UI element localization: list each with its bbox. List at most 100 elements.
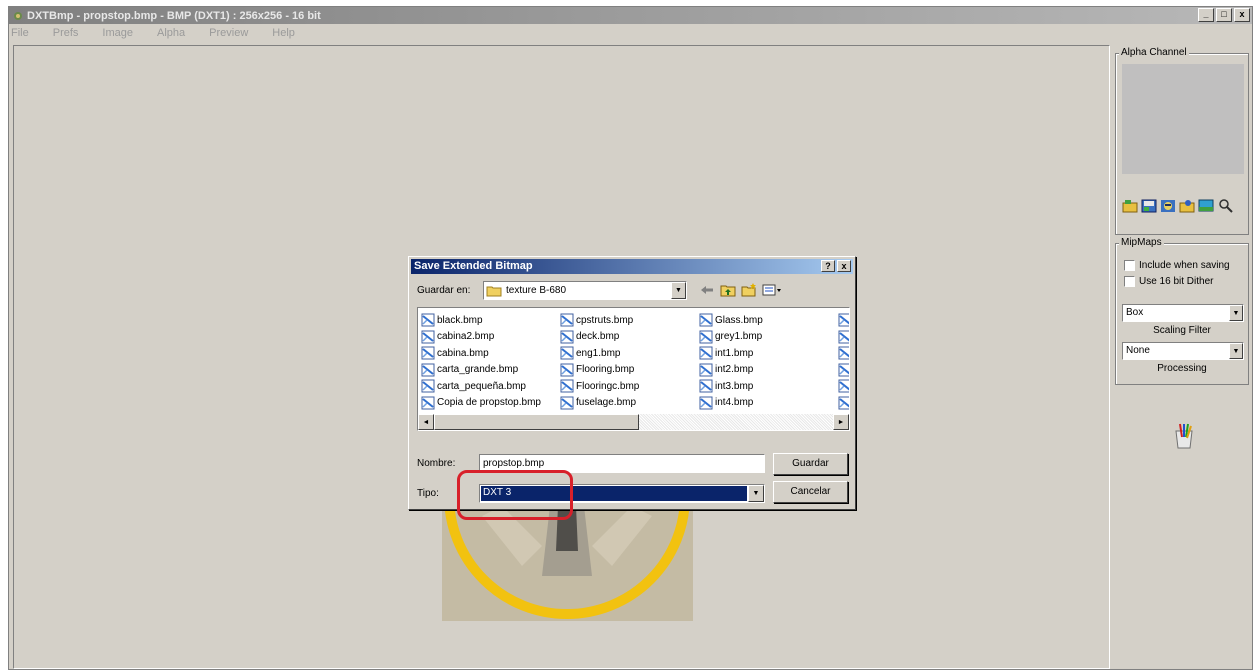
file-item[interactable]: fuselage.bmp	[560, 395, 639, 412]
file-item-label: cabina2.bmp	[437, 331, 495, 343]
file-item[interactable]: eng1.bmp	[560, 345, 639, 362]
file-item[interactable]: int2.bmp	[699, 362, 763, 379]
mipmaps-group: MipMaps Include when saving Use 16 bit D…	[1115, 237, 1249, 385]
file-item-label: deck.bmp	[576, 331, 620, 343]
app-icon	[14, 11, 22, 20]
include-when-saving-checkbox[interactable]	[1124, 260, 1135, 271]
highlight-annotation-ring	[457, 470, 573, 520]
look-in-select[interactable]: texture B-680 ▼	[483, 281, 687, 300]
chevron-down-icon[interactable]: ▼	[671, 282, 686, 299]
save-button[interactable]: Guardar	[773, 453, 848, 475]
menu-help[interactable]: Help	[272, 27, 295, 39]
file-item[interactable]: Flooringc.bmp	[560, 378, 639, 395]
bitmap-file-icon	[699, 313, 713, 327]
file-item-label: carta_grande.bmp	[437, 364, 519, 376]
alpha-channel-preview	[1122, 64, 1244, 174]
file-item-clipped[interactable]	[838, 395, 849, 412]
view-menu-icon[interactable]	[762, 283, 784, 297]
bitmap-file-icon	[699, 396, 713, 410]
scaling-filter-select[interactable]: Box ▼	[1122, 304, 1244, 322]
bitmap-file-icon	[560, 379, 574, 393]
dialog-close-button[interactable]: x	[837, 260, 851, 272]
save-image-icon[interactable]	[1141, 198, 1158, 213]
help-button[interactable]: ?	[821, 260, 835, 272]
bitmap-file-icon	[560, 313, 574, 327]
look-in-value: texture B-680	[506, 285, 567, 296]
file-item-clipped[interactable]	[838, 312, 849, 329]
view-alpha-icon[interactable]	[1198, 198, 1215, 213]
file-item[interactable]: black.bmp	[421, 312, 541, 329]
export-alpha-icon[interactable]	[1179, 198, 1196, 213]
bitmap-file-icon	[421, 346, 435, 360]
bitmap-file-icon	[699, 330, 713, 344]
include-when-saving-label: Include when saving	[1139, 260, 1230, 271]
file-item[interactable]: int1.bmp	[699, 345, 763, 362]
file-item-clipped[interactable]	[838, 329, 849, 346]
open-folder-icon[interactable]	[1122, 198, 1139, 213]
cancel-button[interactable]: Cancelar	[773, 481, 848, 503]
file-item[interactable]: cpstruts.bmp	[560, 312, 639, 329]
file-item[interactable]: Glass.bmp	[699, 312, 763, 329]
use-16bit-dither-label: Use 16 bit Dither	[1139, 276, 1214, 287]
file-item[interactable]: cabina.bmp	[421, 345, 541, 362]
minimize-button[interactable]: _	[1198, 8, 1214, 22]
horizontal-scrollbar[interactable]: ◄ ►	[418, 414, 849, 430]
file-item[interactable]: deck.bmp	[560, 329, 639, 346]
dither-checkbox-row[interactable]: Use 16 bit Dither	[1124, 276, 1213, 287]
bitmap-file-icon	[699, 363, 713, 377]
file-item[interactable]: int3.bmp	[699, 378, 763, 395]
file-item[interactable]: carta_pequeña.bmp	[421, 378, 541, 395]
processing-value: None	[1126, 345, 1150, 356]
use-16bit-dither-checkbox[interactable]	[1124, 276, 1135, 287]
brush-cup-icon[interactable]	[1173, 423, 1195, 449]
chevron-down-icon[interactable]: ▼	[748, 485, 764, 502]
file-item-label: int4.bmp	[715, 397, 754, 409]
up-folder-icon[interactable]	[720, 283, 736, 297]
file-item-label: Flooringc.bmp	[576, 380, 640, 392]
file-item[interactable]: grey1.bmp	[699, 329, 763, 346]
dialog-nav-toolbar	[699, 283, 784, 297]
new-folder-icon[interactable]	[741, 283, 757, 297]
menu-image[interactable]: Image	[102, 27, 133, 39]
processing-select[interactable]: None ▼	[1122, 342, 1244, 360]
maximize-button[interactable]: □	[1216, 8, 1232, 22]
bitmap-file-icon	[838, 363, 849, 377]
file-item[interactable]: int4.bmp	[699, 395, 763, 412]
alpha-channel-group: Alpha Channel	[1115, 47, 1249, 235]
file-item[interactable]: cabina2.bmp	[421, 329, 541, 346]
texture-preview-image	[442, 506, 693, 621]
file-item-label: Glass.bmp	[715, 314, 763, 326]
scroll-left-icon[interactable]: ◄	[418, 414, 434, 430]
file-name-label: Nombre:	[417, 458, 456, 469]
file-item-label: fuselage.bmp	[576, 397, 637, 409]
import-alpha-icon[interactable]	[1160, 198, 1177, 213]
file-item[interactable]: carta_grande.bmp	[421, 362, 541, 379]
file-item-clipped[interactable]	[838, 345, 849, 362]
file-item-label: cpstruts.bmp	[576, 314, 634, 326]
menu-alpha[interactable]: Alpha	[157, 27, 185, 39]
file-type-label: Tipo:	[417, 488, 439, 499]
scroll-thumb[interactable]	[434, 414, 639, 430]
menu-file[interactable]: File	[11, 27, 29, 39]
file-item-label: Flooring.bmp	[576, 364, 635, 376]
folder-icon	[486, 286, 502, 296]
file-item-clipped[interactable]	[838, 378, 849, 395]
alpha-channel-title: Alpha Channel	[1119, 47, 1189, 58]
back-arrow-icon[interactable]	[699, 283, 715, 297]
file-item[interactable]: Copia de propstop.bmp	[421, 395, 541, 412]
file-item-label: Copia de propstop.bmp	[437, 397, 541, 409]
file-item[interactable]: Flooring.bmp	[560, 362, 639, 379]
bitmap-file-icon	[699, 379, 713, 393]
scroll-right-icon[interactable]: ►	[833, 414, 849, 430]
chevron-down-icon[interactable]: ▼	[1229, 343, 1243, 359]
include-when-saving-checkbox-row[interactable]: Include when saving	[1124, 260, 1230, 271]
close-button[interactable]: x	[1234, 8, 1250, 22]
zoom-magnifier-icon[interactable]	[1217, 198, 1234, 213]
bitmap-file-icon	[421, 363, 435, 377]
menu-preview[interactable]: Preview	[209, 27, 248, 39]
processing-caption: Processing	[1157, 363, 1207, 374]
file-item-clipped[interactable]	[838, 362, 849, 379]
chevron-down-icon[interactable]: ▼	[1229, 305, 1243, 321]
menu-prefs[interactable]: Prefs	[53, 27, 79, 39]
file-list[interactable]: black.bmp cabina2.bmp cabina.bmp carta_gran…	[417, 307, 850, 431]
